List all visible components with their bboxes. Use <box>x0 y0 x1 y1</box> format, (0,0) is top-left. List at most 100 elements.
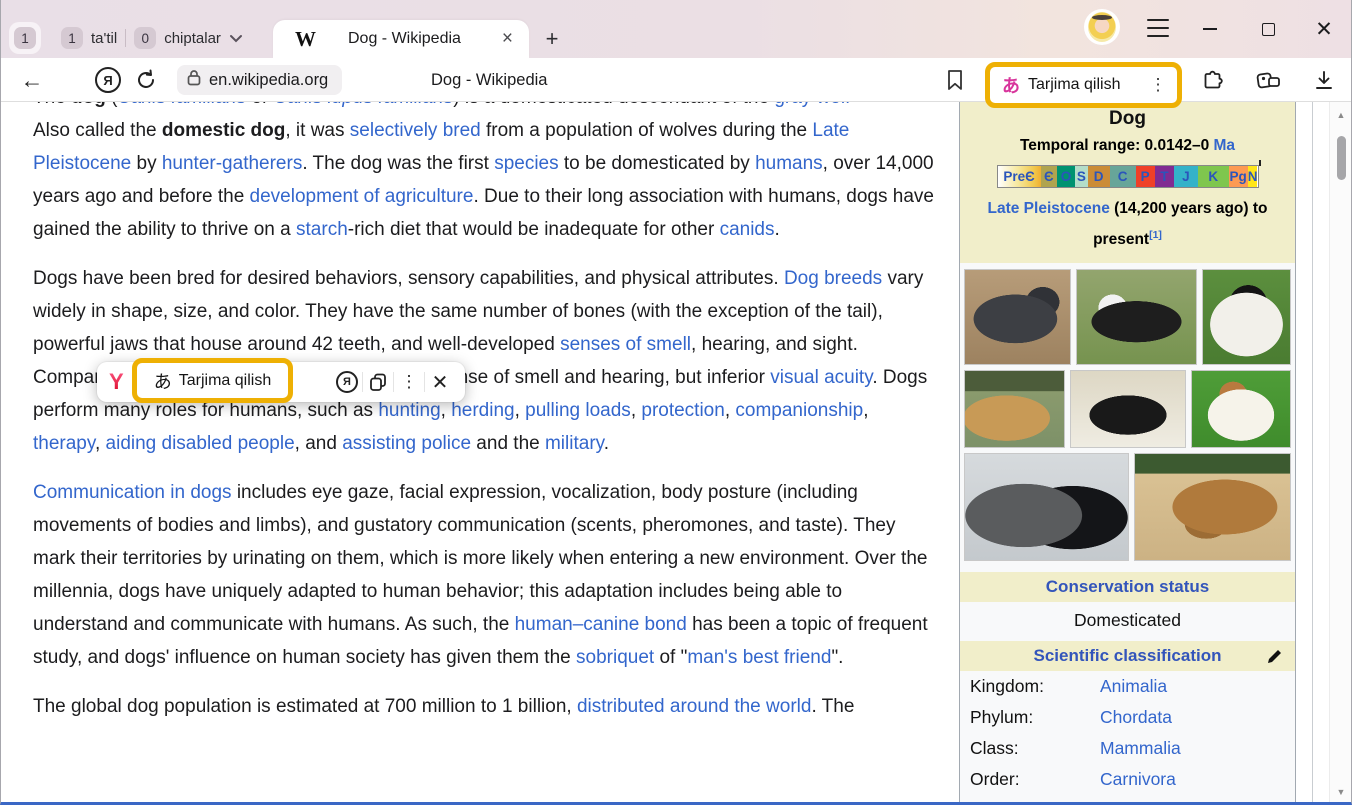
dog-photo-black-white-standing[interactable] <box>1076 269 1196 365</box>
article-link[interactable]: [1] <box>1149 229 1162 241</box>
translate-button-popup[interactable]: あ Tarjima qilish <box>132 358 293 403</box>
tab-group-label[interactable]: chiptalar <box>164 30 221 47</box>
minimize-button[interactable] <box>1197 16 1223 42</box>
text: of " <box>654 647 687 668</box>
dog-photo-blue-merle[interactable] <box>964 269 1071 365</box>
scroll-down-icon[interactable]: ▼ <box>1330 787 1351 797</box>
window-counter-button[interactable]: 1 <box>9 22 41 54</box>
article-link[interactable]: protection <box>641 400 724 421</box>
article-link[interactable]: Communication in dogs <box>33 482 232 503</box>
reload-button[interactable] <box>131 58 161 102</box>
article-link[interactable]: aiding disabled people <box>106 433 295 454</box>
scrollbar[interactable]: ▲ ▼ <box>1329 102 1351 805</box>
article-link[interactable]: visual acuity <box>770 367 872 388</box>
timeline-segment-D[interactable]: D <box>1088 166 1110 187</box>
translate-label: Tarjima qilish <box>1028 76 1120 94</box>
article-link[interactable]: selectively bred <box>350 120 481 141</box>
download-icon[interactable] <box>1305 58 1343 102</box>
article-link[interactable]: distributed around the world <box>577 696 811 717</box>
dog-photo-sled-huskies-snow[interactable] <box>964 453 1129 561</box>
article-link[interactable]: hunter-gatherers <box>162 153 302 174</box>
classification-value-link[interactable]: Animalia <box>1100 676 1167 697</box>
dog-photo-nursing-sand[interactable] <box>1134 453 1291 561</box>
menu-icon[interactable] <box>1147 19 1169 37</box>
url-host: en.wikipedia.org <box>209 71 328 90</box>
article-link[interactable]: Ma <box>1214 137 1236 154</box>
infobox-header: Dog Temporal range: 0.0142–0 Ma PreЄЄOSD… <box>960 102 1295 263</box>
article-link[interactable]: sobriquet <box>576 647 654 668</box>
dog-photo-golden-retriever-water[interactable] <box>964 370 1065 448</box>
article-link[interactable]: man's best friend <box>687 647 831 668</box>
text: ( <box>106 102 118 108</box>
group-count-badge[interactable]: 1 <box>61 27 83 49</box>
timeline-segment-N[interactable]: N <box>1248 166 1258 187</box>
scrollbar-thumb[interactable] <box>1337 136 1346 180</box>
timeline-segment-J[interactable]: J <box>1174 166 1198 187</box>
timeline-segment-Є[interactable]: Є <box>1041 166 1057 187</box>
article-paragraph: The global dog population is estimated a… <box>33 690 936 723</box>
dog-photo-jack-russell-grass[interactable] <box>1191 370 1291 448</box>
timeline-segment-K[interactable]: K <box>1198 166 1229 187</box>
window-count-badge: 1 <box>14 27 36 49</box>
article-link[interactable]: pulling loads <box>525 400 631 421</box>
timeline-segment-T[interactable]: T <box>1155 166 1174 187</box>
timeline-segment-Pg[interactable]: Pg <box>1229 166 1248 187</box>
classification-value-link[interactable]: Carnivora <box>1100 769 1176 790</box>
article-link[interactable]: hunting <box>378 400 440 421</box>
article-link[interactable]: Late Pleistocene <box>988 200 1110 217</box>
edit-icon[interactable] <box>1266 648 1283 670</box>
article-link[interactable]: Canis familiaris <box>117 102 246 108</box>
extensions-icon[interactable] <box>1197 58 1231 102</box>
tab-close-icon[interactable]: × <box>502 28 513 50</box>
search-selection-icon[interactable]: Я <box>332 362 362 402</box>
translate-button-toolbar[interactable]: あ Tarjima qilish ⋮ <box>985 62 1182 108</box>
timeline-segment-PreЄ[interactable]: PreЄ <box>998 166 1041 187</box>
translate-menu-icon[interactable]: ⋮ <box>1142 75 1173 95</box>
timeline-segment-S[interactable]: S <box>1075 166 1087 187</box>
dog-photo-black-labrador-snow[interactable] <box>1070 370 1185 448</box>
article-link[interactable]: humans <box>755 153 823 174</box>
back-button[interactable]: ← <box>17 58 47 102</box>
article-link[interactable]: Canis lupus familiaris <box>274 102 454 108</box>
article-link[interactable]: companionship <box>735 400 863 421</box>
article-link[interactable]: assisting police <box>342 433 471 454</box>
dog-photo-japanese-chin[interactable] <box>1202 269 1291 365</box>
scroll-up-icon[interactable]: ▲ <box>1330 110 1351 120</box>
timeline-marker <box>1259 160 1261 166</box>
article-link[interactable]: gray wolf <box>774 102 850 108</box>
article-link[interactable]: development of agriculture <box>250 186 474 207</box>
article-link[interactable]: species <box>494 153 558 174</box>
chevron-down-icon[interactable] <box>229 34 243 43</box>
close-window-button[interactable]: ✕ <box>1311 16 1337 42</box>
classification-value-link[interactable]: Mammalia <box>1100 738 1181 759</box>
yandex-button[interactable]: Я <box>91 58 125 102</box>
more-options-icon[interactable]: ⋮ <box>394 362 424 402</box>
article-link[interactable]: human–canine bond <box>515 614 687 635</box>
password-manager-icon[interactable] <box>1251 58 1287 102</box>
tab-group: 1 ta'til 0 chiptalar <box>53 22 251 54</box>
text: , <box>863 400 868 421</box>
timeline-segment-C[interactable]: C <box>1110 166 1136 187</box>
profile-avatar[interactable] <box>1084 9 1120 45</box>
classification-value-link[interactable]: Chordata <box>1100 707 1172 728</box>
active-tab[interactable]: W Dog - Wikipedia × <box>273 20 529 58</box>
close-popup-icon[interactable]: ✕ <box>425 362 455 402</box>
article-link[interactable]: military <box>545 433 604 454</box>
article-link[interactable]: senses of smell <box>560 334 691 355</box>
article-link[interactable]: canids <box>720 219 775 240</box>
article-link[interactable]: starch <box>296 219 348 240</box>
copy-icon[interactable] <box>363 362 393 402</box>
new-tab-button[interactable]: + <box>539 26 565 52</box>
tab-group-label[interactable]: ta'til <box>91 30 117 47</box>
conservation-status-header: Conservation status <box>960 572 1295 602</box>
group-count-badge[interactable]: 0 <box>134 27 156 49</box>
bookmark-icon[interactable] <box>939 58 971 102</box>
article-link[interactable]: therapy <box>33 433 95 454</box>
text: . <box>604 433 609 454</box>
timeline-segment-O[interactable]: O <box>1057 166 1075 187</box>
timeline-segment-P[interactable]: P <box>1136 166 1155 187</box>
article-link[interactable]: Dog breeds <box>784 268 882 289</box>
url-field[interactable]: en.wikipedia.org <box>177 65 342 95</box>
maximize-button[interactable] <box>1255 16 1281 42</box>
article-link[interactable]: herding <box>451 400 514 421</box>
